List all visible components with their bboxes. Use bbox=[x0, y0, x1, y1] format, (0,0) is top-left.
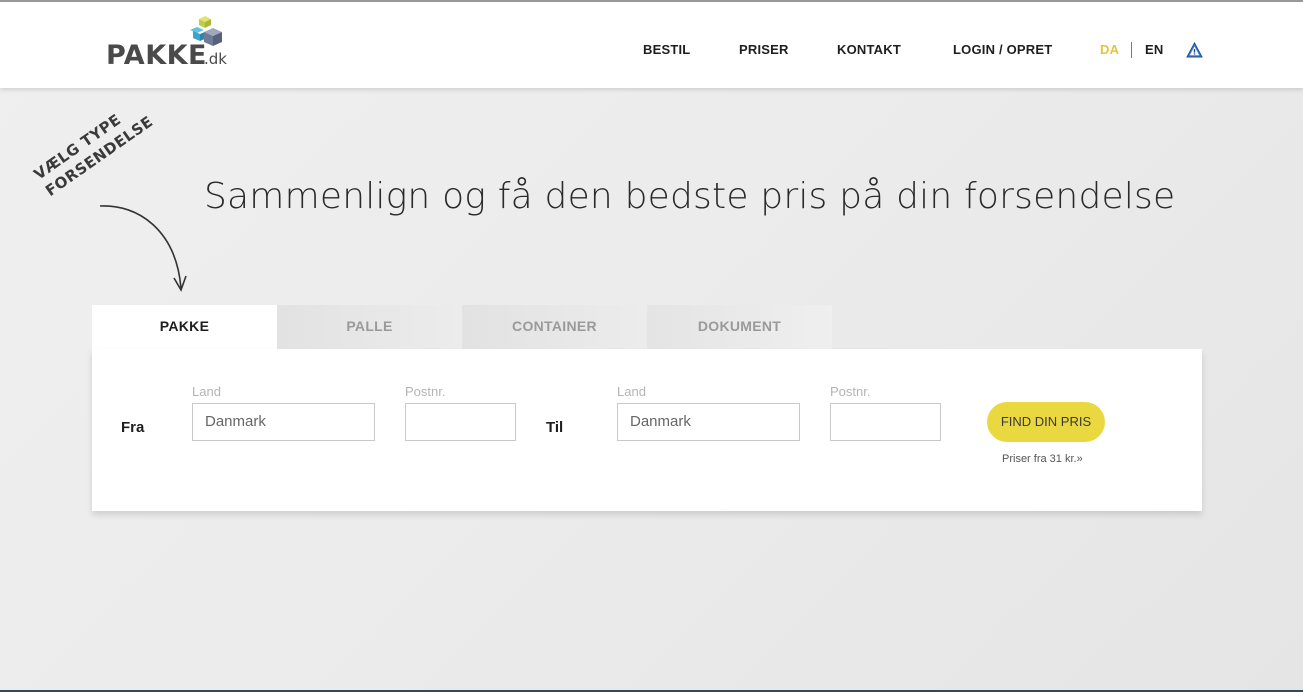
lang-da[interactable]: DA bbox=[1100, 42, 1119, 57]
logo-text: PAKKE bbox=[106, 40, 207, 71]
tab-dokument[interactable]: DOKUMENT bbox=[647, 305, 832, 349]
nav-bestil[interactable]: BESTIL bbox=[643, 42, 690, 57]
price-from-link[interactable]: Priser fra 31 kr.» bbox=[1002, 453, 1083, 465]
nav-kontakt[interactable]: KONTAKT bbox=[837, 42, 901, 57]
from-country-field[interactable]: Danmark bbox=[192, 403, 375, 441]
lang-separator bbox=[1131, 42, 1132, 58]
to-country-field[interactable]: Danmark bbox=[617, 403, 800, 441]
to-country-label: Land bbox=[617, 384, 646, 399]
from-country-label: Land bbox=[192, 384, 221, 399]
nav-login[interactable]: LOGIN / OPRET bbox=[953, 42, 1052, 57]
warning-triangle-icon[interactable] bbox=[1186, 42, 1203, 58]
lang-en[interactable]: EN bbox=[1145, 42, 1163, 57]
site-header: PAKKE .dk BESTIL PRISER KONTAKT LOGIN / … bbox=[0, 2, 1303, 88]
from-postcode-label: Postnr. bbox=[405, 384, 446, 399]
curved-arrow-icon bbox=[99, 205, 187, 292]
tab-palle[interactable]: PALLE bbox=[277, 305, 462, 349]
to-label: Til bbox=[546, 419, 564, 436]
logo-domain: .dk bbox=[204, 50, 227, 68]
to-postcode-label: Postnr. bbox=[830, 384, 871, 399]
to-postcode-field[interactable] bbox=[830, 403, 941, 441]
tab-container[interactable]: CONTAINER bbox=[462, 305, 647, 349]
from-label: Fra bbox=[121, 419, 145, 436]
from-postcode-field[interactable] bbox=[405, 403, 516, 441]
tab-pakke[interactable]: PAKKE bbox=[92, 305, 277, 349]
nav-priser[interactable]: PRISER bbox=[739, 42, 789, 57]
shipping-form: Fra Land Danmark Postnr. Til Land Danmar… bbox=[92, 349, 1202, 511]
page-headline: Sammenlign og få den bedste pris på din … bbox=[204, 176, 1176, 217]
find-price-button[interactable]: FIND DIN PRIS bbox=[987, 402, 1105, 442]
logo[interactable]: PAKKE .dk bbox=[106, 16, 236, 72]
